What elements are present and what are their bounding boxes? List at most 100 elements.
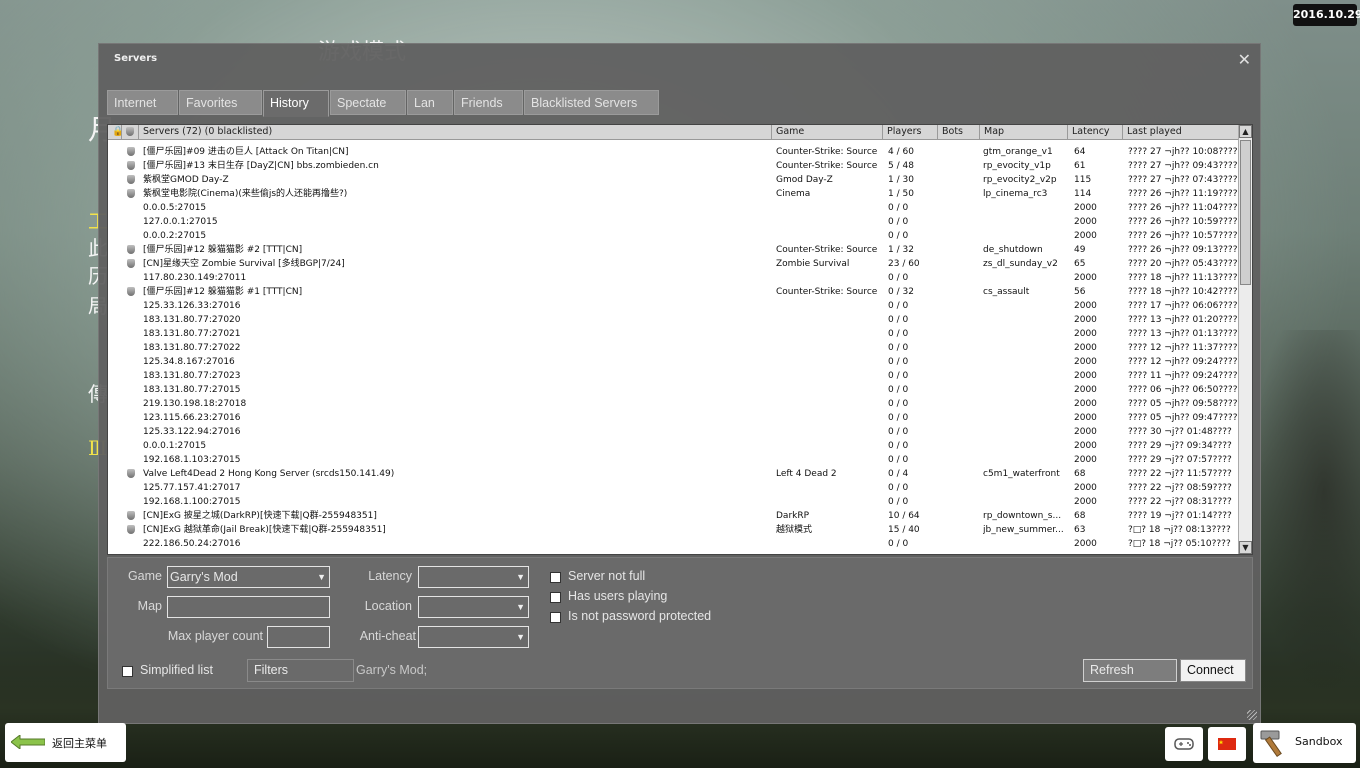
server-game: Counter-Strike: Source [776,245,878,255]
lock-column-icon[interactable]: 🔒 [108,125,122,139]
chevron-down-icon: ▼ [516,602,525,612]
anticheat-label: Anti-cheat [359,629,416,643]
close-icon[interactable]: ✕ [1238,50,1251,69]
server-row[interactable]: 183.131.80.77:27023 0 / 0 2000 ???? 11 ¬jh?… [108,369,1238,383]
china-flag-icon [1218,738,1236,750]
filters-button[interactable]: Filters [247,659,354,682]
list-scrollbar[interactable]: ▲ ▼ [1238,125,1252,554]
vac-shield-icon [127,259,135,268]
header-latency[interactable]: Latency [1068,125,1123,139]
refresh-button[interactable]: Refresh [1083,659,1177,682]
server-row[interactable]: 123.115.66.23:27016 0 / 0 2000 ???? 05 ¬jh?… [108,411,1238,425]
header-map[interactable]: Map [980,125,1068,139]
location-label: Location [364,599,412,613]
back-arrow-icon [11,735,45,749]
server-latency: 2000 [1074,315,1097,325]
max-player-input[interactable] [267,626,330,648]
latency-select[interactable]: ▼ [418,566,529,588]
game-select[interactable]: Garry's Mod ▼ [167,566,330,588]
language-button[interactable] [1208,727,1246,761]
server-row[interactable]: 125.77.157.41:27017 0 / 0 2000 ???? 22 ¬j??… [108,481,1238,495]
gamemode-sandbox-button[interactable]: Sandbox [1253,723,1356,763]
server-row[interactable]: [CN]ExG 披星之城(DarkRP)[快速下载|Q群-255948351] D… [108,509,1238,523]
location-select[interactable]: ▼ [418,596,529,618]
server-row[interactable]: 183.131.80.77:27021 0 / 0 2000 ???? 13 ¬jh?… [108,327,1238,341]
scroll-up-icon[interactable]: ▲ [1239,125,1252,138]
server-row[interactable]: 117.80.230.149:27011 0 / 0 2000 ???? 18 ¬jh… [108,271,1238,285]
chevron-down-icon: ▼ [516,632,525,642]
server-row[interactable]: [僵尸乐园]#12 躲猫猫影 #1 [TTT|CN] Counter-Strike… [108,285,1238,299]
server-row[interactable]: [僵尸乐园]#13 末日生存 [DayZ|CN] bbs.zombieden.c… [108,159,1238,173]
header-servers[interactable]: Servers (72) (0 blacklisted) [139,125,772,139]
server-row[interactable]: 0.0.0.5:27015 0 / 0 2000 ???? 26 ¬jh?? 11:0… [108,201,1238,215]
server-latency: 49 [1074,245,1086,255]
tab-history[interactable]: History [263,90,329,117]
server-row[interactable]: [僵尸乐园]#09 进击の巨人 [Attack On Titan|CN] Coun… [108,145,1238,159]
server-name: 183.131.80.77:27015 [143,385,241,395]
server-players: 1 / 30 [888,175,914,185]
server-map [983,481,1067,495]
server-players: 0 / 0 [888,413,909,423]
tab-favorites[interactable]: Favorites [179,90,262,115]
back-to-main-menu-button[interactable]: 返回主菜单 [5,723,126,762]
tab-lan[interactable]: Lan [407,90,453,115]
gamepad-button[interactable] [1165,727,1203,761]
server-row[interactable]: 183.131.80.77:27015 0 / 0 2000 ???? 06 ¬jh?… [108,383,1238,397]
header-bots[interactable]: Bots [938,125,980,139]
connect-button[interactable]: Connect [1180,659,1246,682]
header-players[interactable]: Players [883,125,938,139]
server-name: 183.131.80.77:27020 [143,315,241,325]
server-map: gtm_orange_v1 [983,147,1053,157]
server-row[interactable]: 0.0.0.1:27015 0 / 0 2000 ???? 29 ¬j?? 09:34… [108,439,1238,453]
server-row[interactable]: 192.168.1.103:27015 0 / 0 2000 ???? 29 ¬j??… [108,453,1238,467]
server-row[interactable]: Valve Left4Dead 2 Hong Kong Server (srcd… [108,467,1238,481]
hammer-icon [1260,730,1282,758]
vac-column-icon[interactable] [122,125,139,139]
server-row[interactable]: [僵尸乐园]#12 躲猫猫影 #2 [TTT|CN] Counter-Strike… [108,243,1238,257]
server-icon [127,495,137,509]
server-map [983,341,1067,355]
server-row[interactable]: 125.34.8.167:27016 0 / 0 2000 ???? 12 ¬jh??… [108,355,1238,369]
server-row[interactable]: 127.0.0.1:27015 0 / 0 2000 ???? 26 ¬jh?? 10… [108,215,1238,229]
server-icon [127,243,137,257]
header-last-played[interactable]: Last played [1123,125,1239,139]
filter-panel: Game Garry's Mod ▼ Map Max player count … [107,557,1253,689]
tab-internet[interactable]: Internet [107,90,178,115]
server-row[interactable]: [CN]ExG 越狱革命(Jail Break)[快速下载|Q群-2559483… [108,523,1238,537]
server-latency: 2000 [1074,413,1097,423]
server-row[interactable]: 192.168.1.100:27015 0 / 0 2000 ???? 22 ¬j??… [108,495,1238,509]
header-game[interactable]: Game [772,125,883,139]
server-game [776,355,884,369]
server-row[interactable]: 紫枫堂GMOD Day-Z Gmod Day-Z 1 / 30 rp_evocity2… [108,173,1238,187]
scroll-thumb[interactable] [1240,140,1251,285]
server-list: 🔒 Servers (72) (0 blacklisted) Game Play… [107,124,1253,555]
server-latency: 68 [1074,511,1086,521]
tab-spectate[interactable]: Spectate [330,90,406,115]
server-row[interactable]: 125.33.122.94:27016 0 / 0 2000 ???? 30 ¬j??… [108,425,1238,439]
not-password-protected-checkbox[interactable] [550,612,561,623]
resize-grip[interactable] [1247,710,1257,720]
server-row[interactable]: 0.0.0.2:27015 0 / 0 2000 ???? 26 ¬jh?? 10:5… [108,229,1238,243]
scroll-down-icon[interactable]: ▼ [1239,541,1252,554]
tab-friends[interactable]: Friends [454,90,523,115]
server-game [776,299,884,313]
tab-blacklisted[interactable]: Blacklisted Servers [524,90,659,115]
has-users-playing-checkbox[interactable] [550,592,561,603]
server-row[interactable]: 125.33.126.33:27016 0 / 0 2000 ???? 17 ¬jh?… [108,299,1238,313]
server-row[interactable]: 183.131.80.77:27020 0 / 0 2000 ???? 13 ¬jh?… [108,313,1238,327]
server-last-played: ???? 26 ¬jh?? 10:59???? [1128,217,1238,227]
server-row[interactable]: 183.131.80.77:27022 0 / 0 2000 ???? 12 ¬jh?… [108,341,1238,355]
server-row[interactable]: 222.186.50.24:27016 0 / 0 2000 ?□? 18 ¬j?? … [108,537,1238,551]
server-game: Counter-Strike: Source [776,147,878,157]
anticheat-select[interactable]: ▼ [418,626,529,648]
server-latency: 2000 [1074,483,1097,493]
server-map [983,229,1067,243]
map-input[interactable] [167,596,330,618]
server-players: 1 / 32 [888,245,914,255]
server-row[interactable]: [CN]星缘天空 Zombie Survival [多线BGP|7/24] Zom… [108,257,1238,271]
simplified-list-checkbox[interactable] [122,666,133,677]
server-row[interactable]: 紫枫堂电影院(Cinema)(来些偷js的人还能再撸些?) Cinema 1 / 5… [108,187,1238,201]
max-player-label: Max player count [167,629,263,643]
server-not-full-checkbox[interactable] [550,572,561,583]
server-row[interactable]: 219.130.198.18:27018 0 / 0 2000 ???? 05 ¬jh… [108,397,1238,411]
